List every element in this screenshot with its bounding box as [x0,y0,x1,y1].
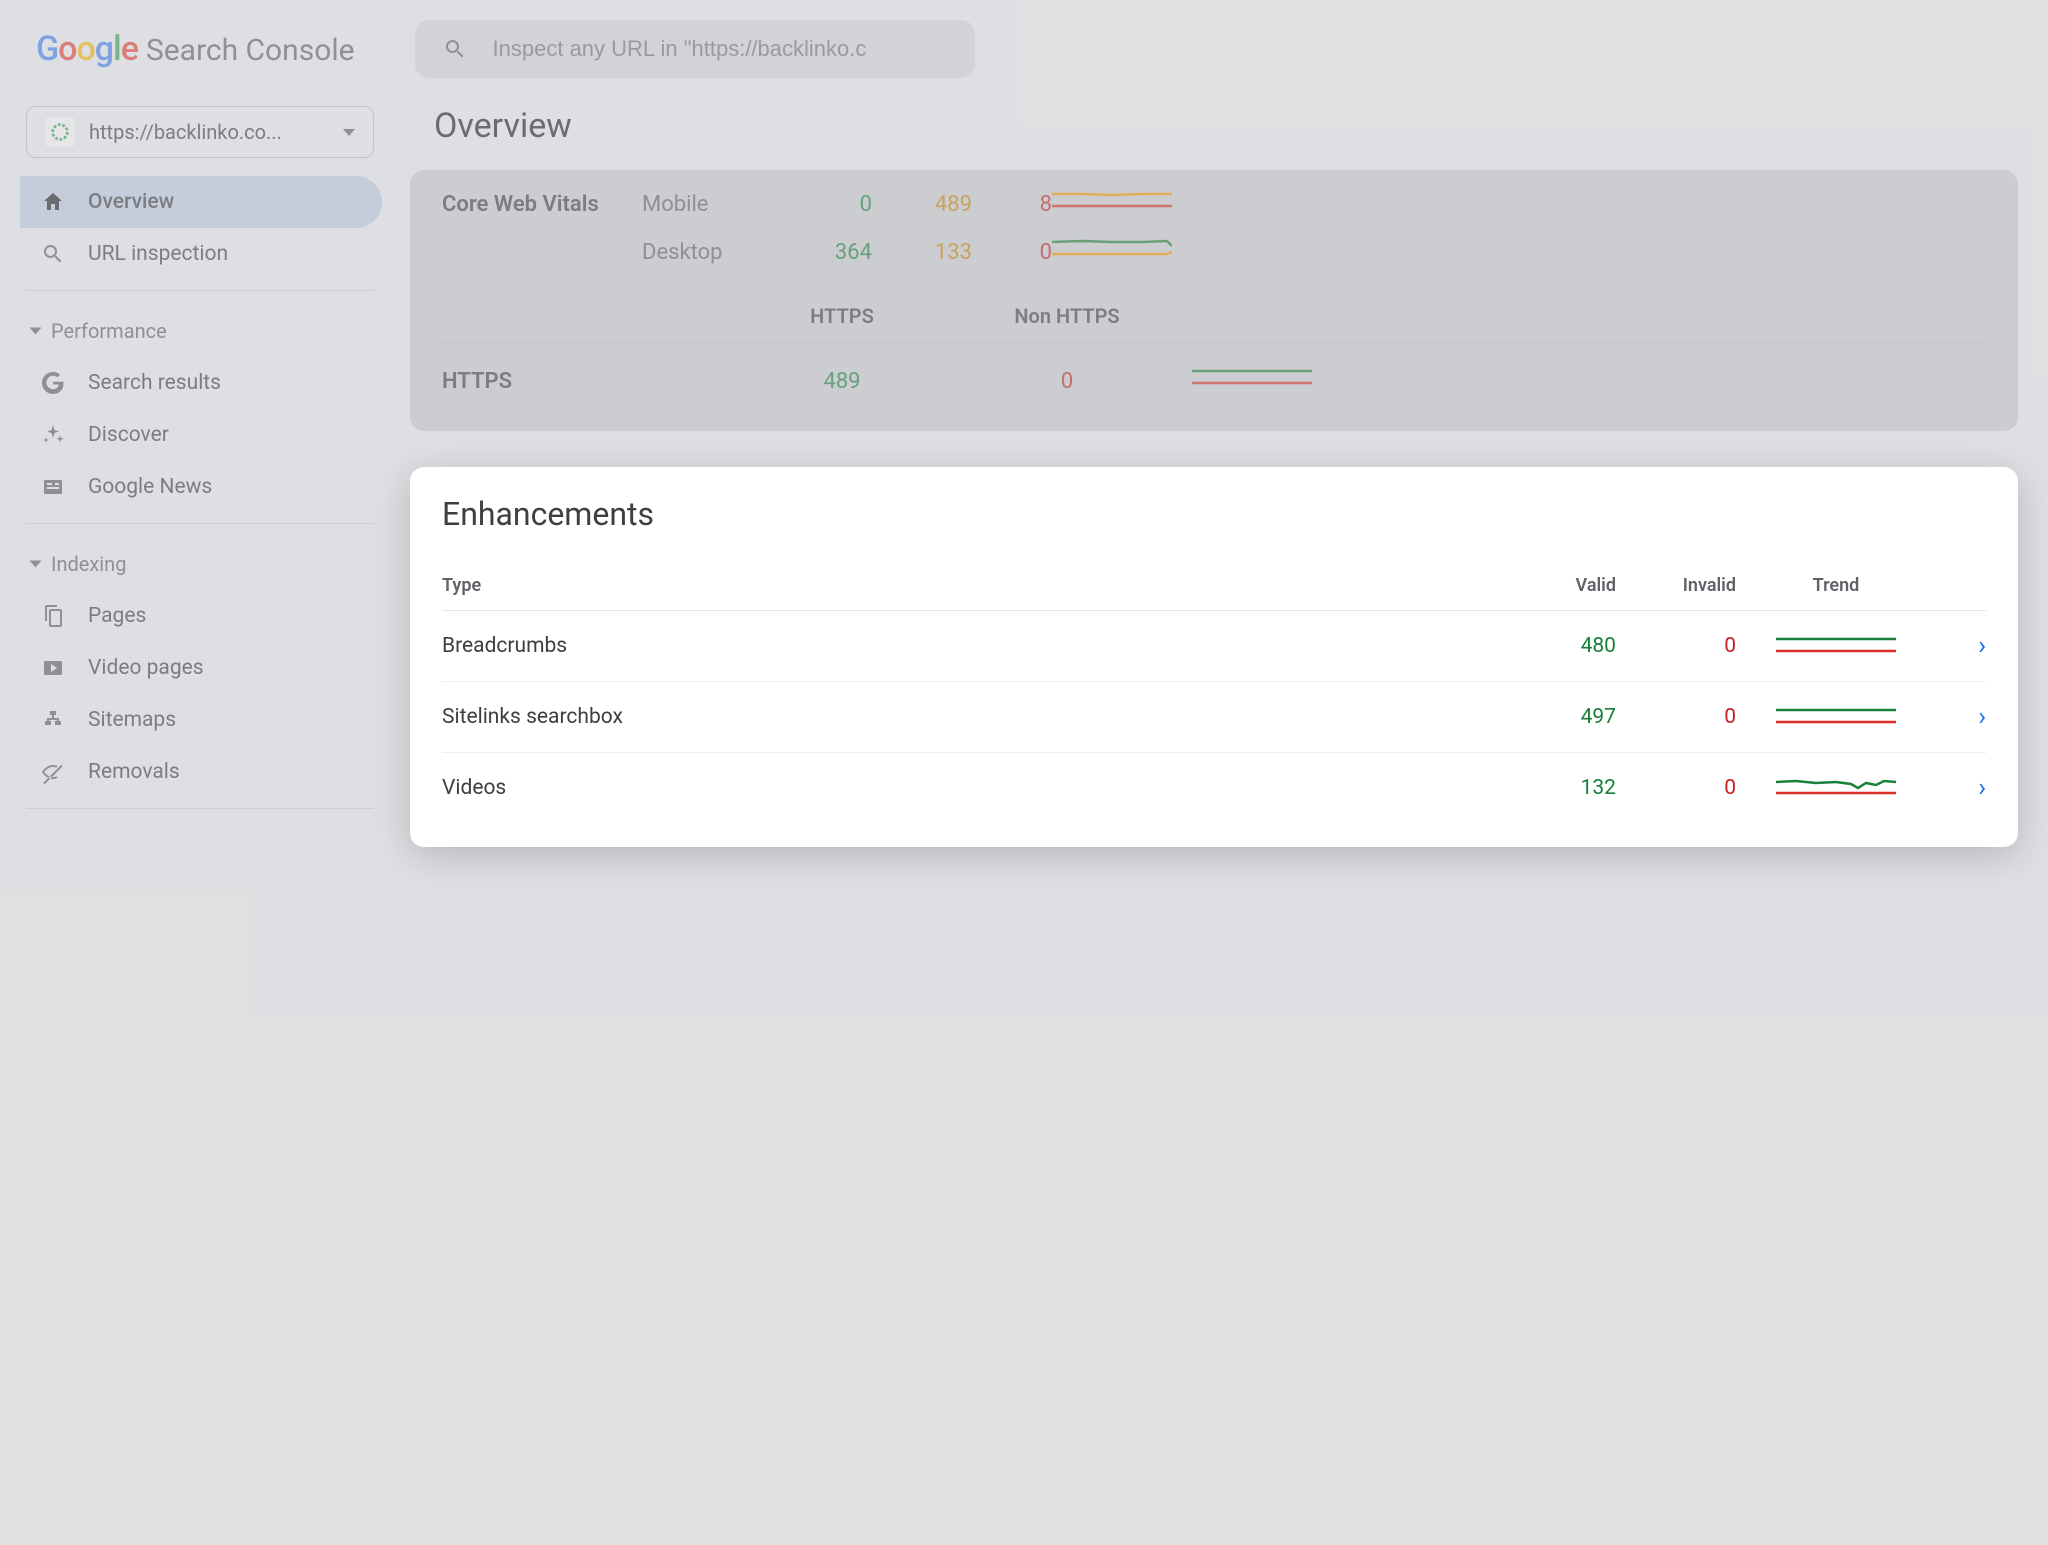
property-favicon [45,117,75,147]
sparkline [1052,188,1212,220]
sparkline [1192,365,1986,397]
chevron-right-icon: › [1936,702,1986,732]
section-label: Indexing [51,552,126,576]
chevron-right-icon: › [1936,773,1986,803]
sparkline [1052,236,1212,268]
search-icon [443,37,467,61]
sparkline [1736,775,1936,801]
enh-invalid: 0 [1616,634,1736,658]
enhancements-row-breadcrumbs[interactable]: Breadcrumbs 480 0 › [442,611,1986,682]
enh-valid: 497 [1506,705,1616,729]
col-header-type: Type [442,575,1506,596]
property-selector[interactable]: https://backlinko.co... [26,106,374,158]
sidebar-item-video-pages[interactable]: Video pages [20,642,382,694]
sidebar-item-pages[interactable]: Pages [20,590,382,642]
sidebar-item-sitemaps[interactable]: Sitemaps [20,694,382,746]
cwv-needs-improvement: 133 [872,240,972,265]
sidebar-item-label: Video pages [88,656,204,680]
chevron-right-icon: › [1936,631,1986,661]
sidebar-item-search-results[interactable]: Search results [20,357,382,409]
main-content: Overview Core Web Vitals Mobile 0 489 8 … [400,98,2048,923]
enh-type: Sitelinks searchbox [442,705,1506,729]
sidebar: https://backlinko.co... Overview URL ins… [0,98,400,923]
google-logo: Google [36,29,138,69]
enh-invalid: 0 [1616,705,1736,729]
sparkline [1736,704,1936,730]
cwv-poor: 8 [972,192,1052,217]
google-g-icon [40,371,66,395]
cwv-good: 0 [782,192,872,217]
nonhttps-count: 0 [942,369,1192,394]
sidebar-item-discover[interactable]: Discover [20,409,382,461]
enh-valid: 132 [1506,776,1616,800]
col-header-https: HTTPS [742,304,942,328]
experience-card: Core Web Vitals Mobile 0 489 8 Desktop 3… [410,170,2018,431]
enhancements-card: Enhancements Type Valid Invalid Trend Br… [410,467,2018,847]
enh-type: Breadcrumbs [442,634,1506,658]
sidebar-item-url-inspection[interactable]: URL inspection [20,228,382,280]
enhancements-row-sitelinks-searchbox[interactable]: Sitelinks searchbox 497 0 › [442,682,1986,753]
sidebar-item-label: Google News [88,475,212,499]
cwv-device: Desktop [642,240,782,265]
app-name: Search Console [146,33,355,68]
section-label: Performance [51,319,167,343]
home-icon [40,190,66,214]
sidebar-section-performance[interactable]: Performance [18,305,382,357]
pages-icon [40,604,66,628]
sidebar-section-indexing[interactable]: Indexing [18,538,382,590]
cwv-needs-improvement: 489 [872,192,972,217]
sidebar-item-label: Pages [88,604,146,628]
divider [26,290,374,291]
sparkline [1736,633,1936,659]
news-icon [40,475,66,499]
https-row-label: HTTPS [442,369,742,394]
https-header-row: HTTPS Non HTTPS [442,276,1986,342]
cwv-good: 364 [782,240,872,265]
enhancements-title: Enhancements [442,495,1986,533]
enhancements-row-videos[interactable]: Videos 132 0 › [442,753,1986,823]
col-header-invalid: Invalid [1616,575,1736,596]
search-input[interactable] [493,36,947,62]
enh-valid: 480 [1506,634,1616,658]
col-header-trend: Trend [1736,575,1936,596]
enh-invalid: 0 [1616,776,1736,800]
sidebar-item-overview[interactable]: Overview [20,176,382,228]
page-title: Overview [434,106,2018,146]
sidebar-item-google-news[interactable]: Google News [20,461,382,513]
divider [26,523,374,524]
sidebar-item-label: Search results [88,371,221,395]
col-header-valid: Valid [1506,575,1616,596]
cwv-row-desktop[interactable]: Desktop 364 133 0 [442,228,1986,276]
property-label: https://backlinko.co... [89,120,282,144]
col-header-nonhttps: Non HTTPS [942,304,1192,328]
enhancements-header-row: Type Valid Invalid Trend [442,567,1986,611]
https-row[interactable]: HTTPS 489 0 [442,343,1986,401]
url-inspect-search[interactable] [415,20,975,78]
discover-icon [40,423,66,447]
removals-icon [40,760,66,784]
sidebar-item-label: Removals [88,760,180,784]
app-logo: Google Search Console [36,29,355,69]
cwv-poor: 0 [972,240,1052,265]
cwv-row-mobile[interactable]: Core Web Vitals Mobile 0 489 8 [442,180,1986,228]
chevron-down-icon [30,561,42,568]
sidebar-item-label: Overview [88,190,174,214]
sidebar-item-label: URL inspection [88,242,228,266]
sitemaps-icon [40,708,66,732]
sidebar-item-label: Sitemaps [88,708,176,732]
chevron-down-icon [343,129,355,136]
video-pages-icon [40,656,66,680]
app-header: Google Search Console [0,0,2048,98]
cwv-label: Core Web Vitals [442,192,642,217]
search-icon [40,242,66,266]
enh-type: Videos [442,776,1506,800]
sidebar-item-removals[interactable]: Removals [20,746,382,798]
divider [26,808,374,809]
sidebar-item-label: Discover [88,423,169,447]
chevron-down-icon [30,328,42,335]
app-shell: https://backlinko.co... Overview URL ins… [0,98,2048,923]
cwv-device: Mobile [642,192,782,217]
https-count: 489 [742,369,942,394]
